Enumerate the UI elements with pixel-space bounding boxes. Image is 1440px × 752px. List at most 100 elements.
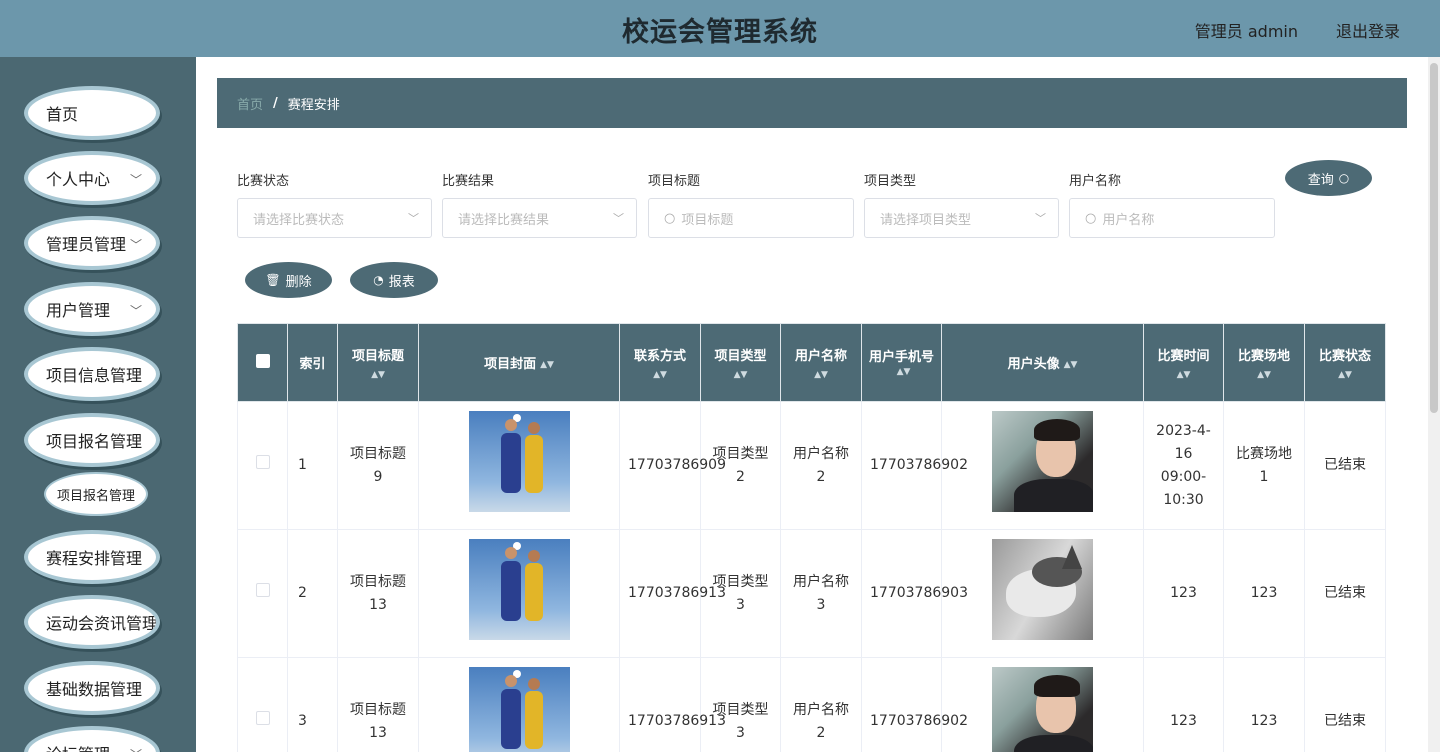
avatar-image	[992, 667, 1093, 752]
sidebar-item-home[interactable]: 首页	[24, 86, 160, 140]
sidebar-item-label: 个人中心	[46, 170, 111, 189]
breadcrumb: 首页 / 赛程安排	[217, 78, 1407, 128]
header-cover[interactable]: 项目封面 ▲▼	[418, 323, 620, 402]
sidebar-item-label: 用户管理	[46, 301, 111, 320]
chevron-down-icon: ﹀	[613, 212, 624, 225]
sidebar-subitem-project-signup[interactable]: 项目报名管理	[44, 472, 148, 516]
cell-phone: 17703786902	[861, 657, 968, 752]
status-select-placeholder: 请选择比赛状态	[253, 212, 345, 228]
cell-title: 项目标题13	[337, 657, 419, 752]
username-input-placeholder: 用户名称	[1102, 212, 1155, 228]
scrollbar-thumb[interactable]	[1430, 63, 1438, 413]
cell-status: 已结束	[1304, 657, 1386, 752]
username-search-input[interactable]: ○ 用户名称	[1069, 198, 1275, 238]
username-filter-label: 用户名称	[1069, 174, 1122, 189]
table-row: 2 项目标题13 17703786913 项目类型3 用户名称3 1770378…	[237, 529, 1386, 658]
search-icon: ○	[1338, 171, 1350, 185]
sidebar-item-label: 基础数据管理	[46, 680, 143, 699]
row-checkbox[interactable]	[237, 657, 288, 752]
sidebar-item-schedule[interactable]: 赛程安排管理	[24, 530, 160, 584]
delete-button[interactable]: 🗑 删除	[245, 262, 332, 298]
cell-avatar	[941, 401, 1144, 530]
sidebar-item-project-info[interactable]: 项目信息管理	[24, 347, 160, 401]
cell-cover	[418, 529, 620, 658]
header-username[interactable]: 用户名称 ▲▼	[780, 323, 862, 402]
sort-icon[interactable]: ▲▼	[342, 370, 414, 380]
sidebar-subitem-label: 项目报名管理	[56, 488, 135, 504]
sidebar-item-label: 赛程安排管理	[46, 549, 143, 568]
sort-icon[interactable]: ▲▼	[1148, 370, 1219, 380]
query-button[interactable]: 查询 ○	[1285, 160, 1372, 196]
sort-icon[interactable]: ▲▼	[705, 370, 776, 380]
breadcrumb-separator: /	[273, 95, 278, 111]
table-row: 1 项目标题9 17703786909 项目类型2 用户名称2 17703786…	[237, 401, 1386, 530]
sidebar-item-label: 管理员管理	[46, 235, 127, 254]
cell-status: 已结束	[1304, 401, 1386, 530]
cell-avatar	[941, 657, 1144, 752]
header-type[interactable]: 项目类型 ▲▼	[700, 323, 781, 402]
header-title[interactable]: 项目标题 ▲▼	[337, 323, 419, 402]
sidebar-item-forum[interactable]: 论坛管理 ﹀	[24, 726, 160, 752]
cell-phone: 17703786903	[861, 529, 968, 658]
sort-icon[interactable]: ▲▼	[624, 370, 696, 380]
status-filter-label: 比赛状态	[237, 174, 290, 189]
status-select[interactable]: 请选择比赛状态 ﹀	[237, 198, 432, 238]
cell-title: 项目标题9	[337, 401, 419, 530]
cell-time: 2023-4-16 09:00-10:30	[1143, 401, 1224, 530]
header-contact[interactable]: 联系方式 ▲▼	[619, 323, 701, 402]
type-select[interactable]: 请选择项目类型 ﹀	[864, 198, 1059, 238]
sort-icon[interactable]: ▲▼	[1228, 370, 1300, 380]
report-button[interactable]: ◔ 报表	[350, 262, 438, 298]
type-filter-label: 项目类型	[864, 174, 917, 189]
top-header: 校运会管理系统 管理员 admin 退出登录	[0, 0, 1440, 57]
sort-icon[interactable]: ▲▼	[1064, 360, 1078, 370]
header-time[interactable]: 比赛时间 ▲▼	[1143, 323, 1224, 402]
sort-icon[interactable]: ▲▼	[1309, 370, 1381, 380]
row-checkbox[interactable]	[237, 529, 288, 658]
sort-icon[interactable]: ▲▼	[897, 367, 911, 377]
chevron-down-icon: ﹀	[129, 304, 142, 318]
sidebar-item-personal-center[interactable]: 个人中心 ﹀	[24, 151, 160, 205]
sidebar-item-news[interactable]: 运动会资讯管理	[24, 595, 160, 649]
main-content: 首页 / 赛程安排 比赛状态 请选择比赛状态 ﹀ 比赛结果 请选择比赛结果 ﹀ …	[196, 57, 1428, 752]
result-select-placeholder: 请选择比赛结果	[458, 212, 550, 228]
vertical-scrollbar[interactable]	[1428, 57, 1440, 752]
cell-index: 1	[287, 401, 338, 530]
sidebar-item-label: 项目信息管理	[46, 366, 143, 385]
header-index: 索引	[287, 323, 338, 402]
result-select[interactable]: 请选择比赛结果 ﹀	[442, 198, 637, 238]
sidebar-item-project-signup[interactable]: 项目报名管理	[24, 413, 160, 467]
sort-icon[interactable]: ▲▼	[785, 370, 857, 380]
table-row: 3 项目标题13 17703786913 项目类型3 用户名称2 1770378…	[237, 657, 1386, 752]
cell-time: 123	[1143, 657, 1224, 752]
schedule-table: 索引 项目标题 ▲▼ 项目封面 ▲▼ 联系方式 ▲▼ 项目类型 ▲▼ 用户名称 ▲▼ 用户…	[237, 323, 1386, 752]
select-all-checkbox[interactable]	[237, 323, 288, 402]
header-phone[interactable]: 用户手机号▲▼	[861, 323, 942, 402]
sort-icon[interactable]: ▲▼	[540, 360, 554, 370]
cell-contact: 17703786913	[619, 657, 726, 752]
row-checkbox[interactable]	[237, 401, 288, 530]
cover-image	[468, 667, 570, 752]
title-search-input[interactable]: ○ 项目标题	[648, 198, 854, 238]
cell-username: 用户名称2	[780, 657, 862, 752]
chevron-down-icon: ﹀	[129, 238, 142, 252]
breadcrumb-home[interactable]: 首页	[237, 94, 263, 113]
sidebar-item-user-management[interactable]: 用户管理 ﹀	[24, 282, 160, 336]
delete-button-label: 删除	[285, 274, 312, 290]
search-icon: ○	[1085, 210, 1097, 226]
header-venue[interactable]: 比赛场地 ▲▼	[1223, 323, 1305, 402]
cell-type: 项目类型3	[700, 657, 781, 752]
chevron-down-icon: ﹀	[408, 212, 419, 225]
cell-contact: 17703786913	[619, 529, 726, 658]
sidebar-item-base-data[interactable]: 基础数据管理	[24, 661, 160, 715]
header-avatar[interactable]: 用户头像 ▲▼	[941, 323, 1144, 402]
type-select-placeholder: 请选择项目类型	[880, 212, 972, 228]
logout-link[interactable]: 退出登录	[1336, 18, 1400, 42]
current-user: 管理员 admin	[1194, 22, 1298, 41]
sidebar-item-admin-management[interactable]: 管理员管理 ﹀	[24, 216, 160, 270]
table-header-row: 索引 项目标题 ▲▼ 项目封面 ▲▼ 联系方式 ▲▼ 项目类型 ▲▼ 用户名称 ▲▼ 用户…	[237, 323, 1386, 402]
header-status[interactable]: 比赛状态 ▲▼	[1304, 323, 1386, 402]
cell-cover	[418, 401, 620, 530]
avatar-image	[992, 539, 1093, 640]
title-input-placeholder: 项目标题	[681, 212, 734, 228]
